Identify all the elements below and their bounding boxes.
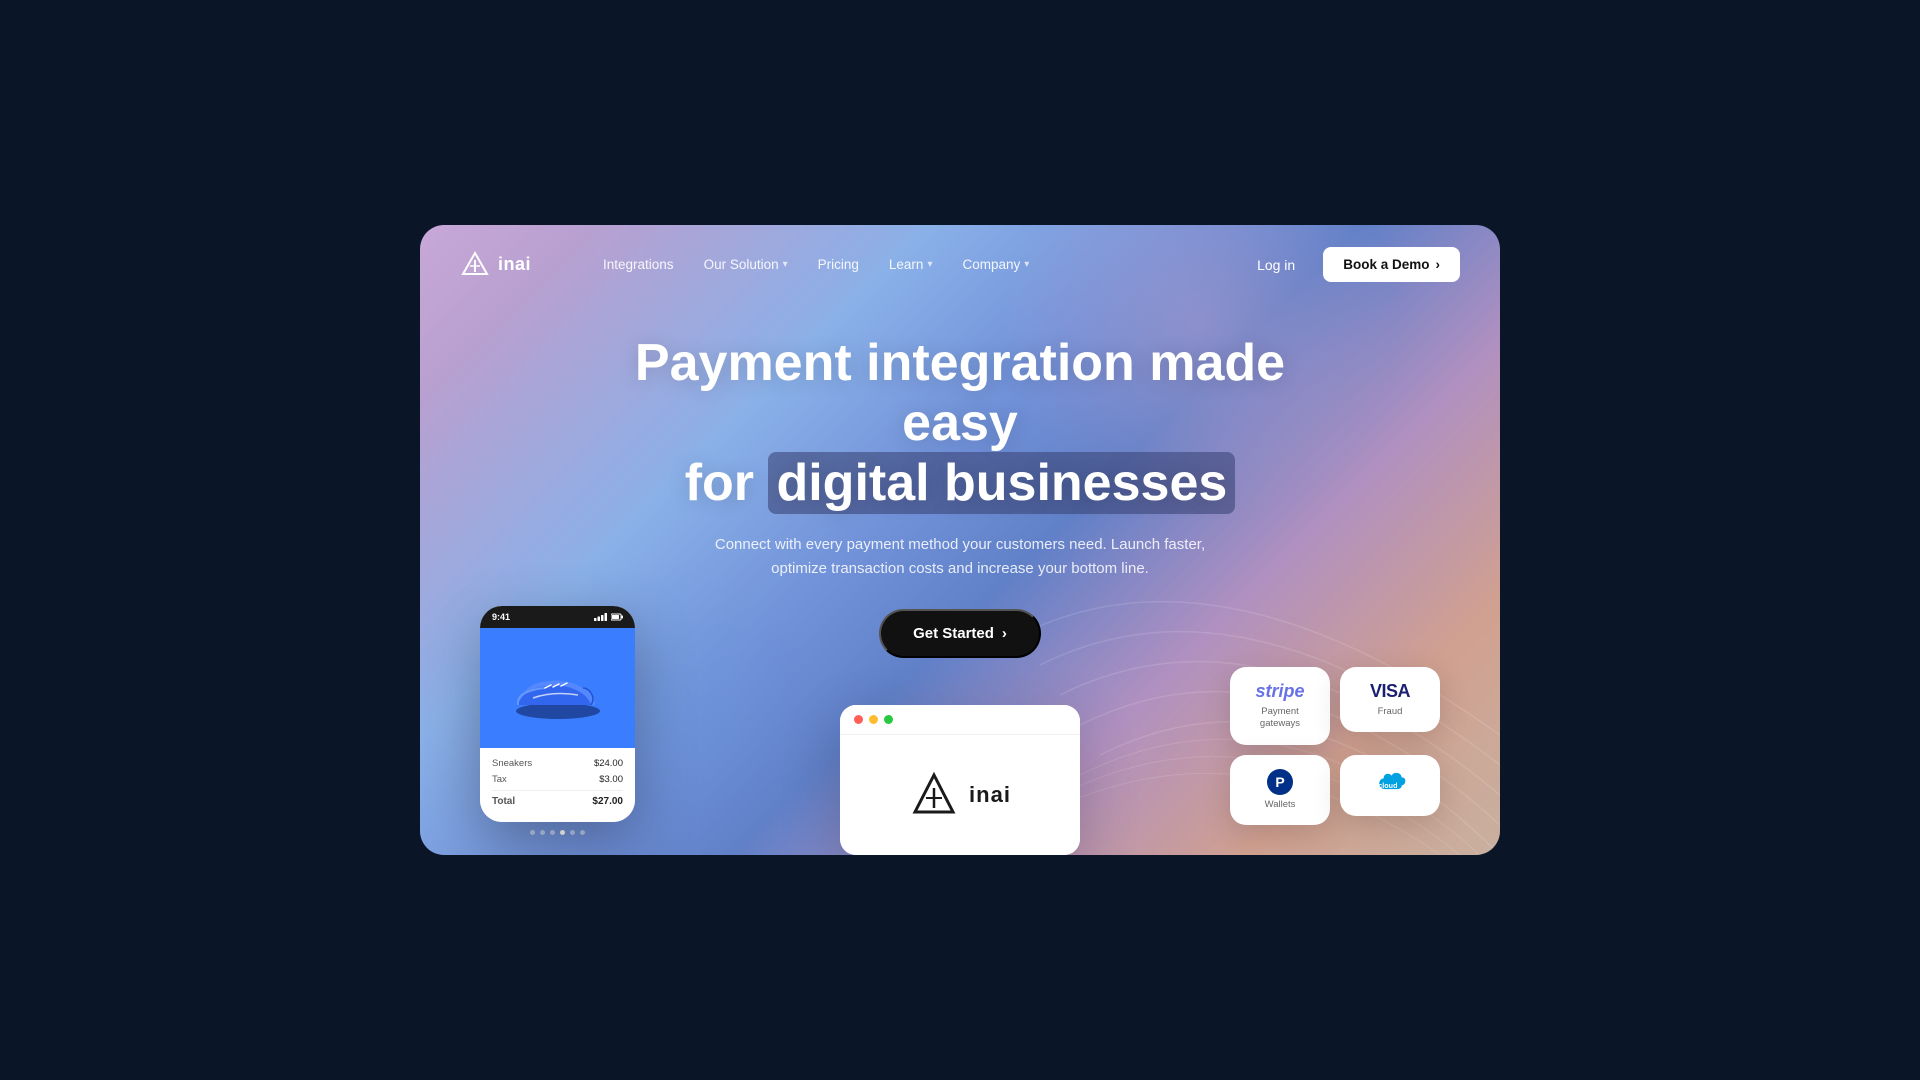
browser-toolbar	[840, 705, 1080, 735]
tax-label: Tax	[492, 774, 507, 785]
total-amount: $27.00	[592, 796, 623, 807]
arrow-right-icon: ›	[1436, 257, 1441, 272]
book-demo-button[interactable]: Book a Demo ›	[1323, 247, 1460, 282]
phone-details: Sneakers $24.00 Tax $3.00 Total $27.00	[480, 748, 635, 822]
nav-learn[interactable]: Learn ▾	[877, 251, 945, 278]
dot-6[interactable]	[580, 830, 585, 835]
nav-our-solution[interactable]: Our Solution ▾	[692, 251, 800, 278]
chevron-down-icon: ▾	[783, 259, 788, 270]
salesforce-card: cloud	[1340, 755, 1440, 816]
carousel-dots	[530, 830, 585, 835]
phone-mockup: 9:41	[480, 606, 635, 822]
browser-dot-maximize	[884, 715, 893, 724]
inai-logo-large: inai	[909, 770, 1011, 820]
paypal-logo: P	[1267, 769, 1293, 795]
dot-2[interactable]	[540, 830, 545, 835]
visa-logo: VISA	[1358, 681, 1422, 702]
salesforce-logo: cloud	[1372, 769, 1408, 793]
bottom-content: 9:41	[420, 606, 1500, 855]
browser-dot-minimize	[869, 715, 878, 724]
hero-subtitle: Connect with every payment method your c…	[695, 533, 1225, 581]
sneaker-image	[503, 653, 613, 723]
nav-company[interactable]: Company ▾	[950, 251, 1041, 278]
dot-4-active[interactable]	[560, 830, 565, 835]
dot-1[interactable]	[530, 830, 535, 835]
nav-pricing[interactable]: Pricing	[806, 251, 871, 278]
paypal-label: Wallets	[1248, 799, 1312, 811]
phone-total-row: Total $27.00	[492, 790, 623, 807]
logo-text: inai	[498, 254, 531, 275]
nav-actions: Log in Book a Demo ›	[1245, 247, 1460, 282]
battery-icon	[611, 613, 623, 621]
visa-label: Fraud	[1358, 706, 1422, 718]
total-label: Total	[492, 796, 515, 807]
inai-logo-text-large: inai	[969, 782, 1011, 808]
dot-3[interactable]	[550, 830, 555, 835]
stripe-logo: stripe	[1248, 681, 1312, 702]
browser-dot-close	[854, 715, 863, 724]
hero-highlight: digital businesses	[768, 452, 1235, 514]
phone-status-bar: 9:41	[480, 606, 635, 628]
phone-product-row: Sneakers $24.00	[492, 758, 623, 769]
chevron-down-icon: ▾	[927, 259, 932, 270]
phone-product-image	[480, 628, 635, 748]
chevron-down-icon: ▾	[1024, 259, 1029, 270]
product-price: $24.00	[594, 758, 623, 769]
product-label: Sneakers	[492, 758, 532, 769]
browser-content: inai	[840, 735, 1080, 855]
paypal-card: P Wallets	[1230, 755, 1330, 825]
navbar: inai Integrations Our Solution ▾ Pricing…	[420, 225, 1500, 304]
payment-cards: stripe Paymentgateways VISA Fraud P Wall…	[1230, 667, 1440, 825]
main-card: inai Integrations Our Solution ▾ Pricing…	[420, 225, 1500, 855]
logo-icon	[460, 250, 490, 280]
browser-mockup: inai	[840, 705, 1080, 855]
svg-text:cloud: cloud	[1378, 781, 1397, 790]
visa-card: VISA Fraud	[1340, 667, 1440, 732]
hero-title: Payment integration made easy for digita…	[585, 334, 1335, 513]
stripe-label: Paymentgateways	[1248, 706, 1312, 731]
payment-row-top: stripe Paymentgateways VISA Fraud	[1230, 667, 1440, 745]
stripe-card: stripe Paymentgateways	[1230, 667, 1330, 745]
login-button[interactable]: Log in	[1245, 249, 1307, 281]
phone-column: 9:41	[480, 606, 635, 855]
payment-row-bottom: P Wallets cloud	[1230, 755, 1440, 825]
phone-status-icons	[594, 613, 623, 621]
inai-logo-icon-large	[909, 770, 959, 820]
logo[interactable]: inai	[460, 250, 531, 280]
dot-5[interactable]	[570, 830, 575, 835]
phone-tax-row: Tax $3.00	[492, 774, 623, 785]
tax-amount: $3.00	[599, 774, 623, 785]
nav-links: Integrations Our Solution ▾ Pricing Lear…	[591, 251, 1245, 278]
signal-icon	[594, 613, 608, 621]
nav-integrations[interactable]: Integrations	[591, 251, 686, 278]
phone-time: 9:41	[492, 612, 510, 622]
